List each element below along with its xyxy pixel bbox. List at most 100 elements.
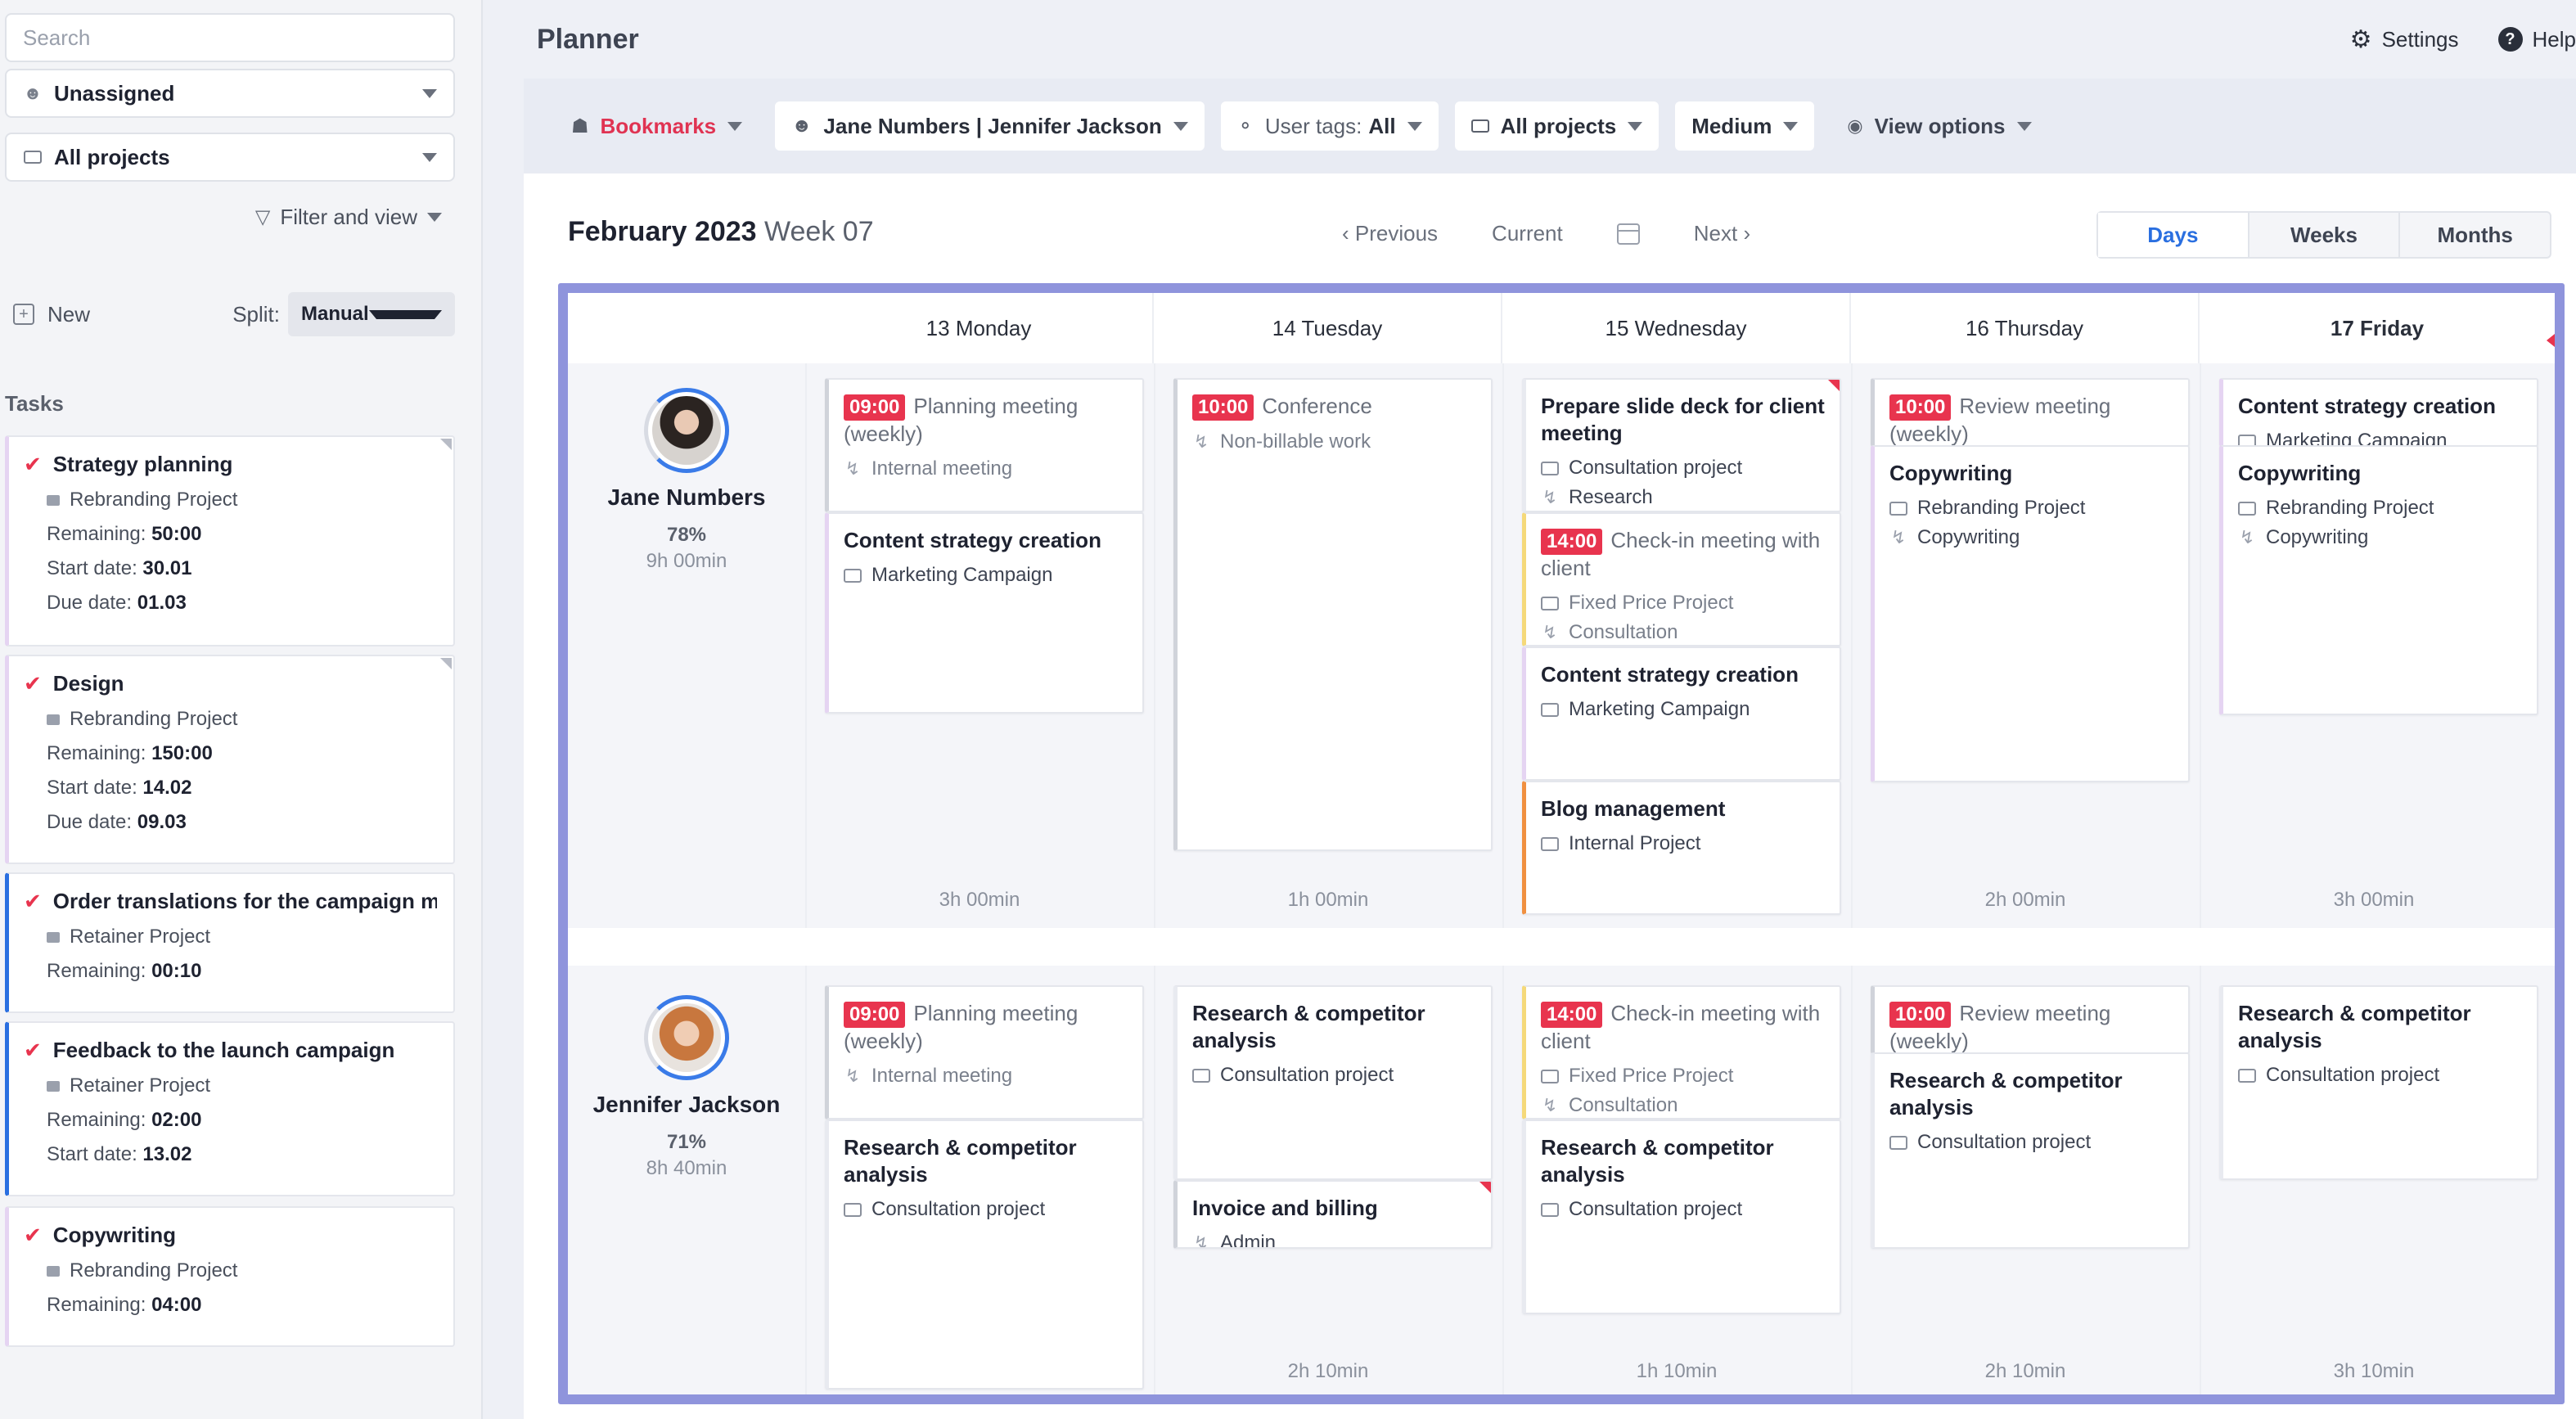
event-card[interactable]: Research & competitor analysis Consultat… — [1871, 1052, 2190, 1249]
event-card[interactable]: Copywriting Rebranding Project ↯ Copywrit… — [1871, 445, 2190, 782]
help-link[interactable]: ? Help — [2497, 27, 2576, 52]
event-card[interactable]: Prepare slide deck for client meeting Co… — [1522, 378, 1841, 512]
day-total: 1h 00min — [1287, 889, 1369, 911]
chevron-down-icon — [422, 88, 437, 98]
user-tags-dropdown[interactable]: ⚬ User tags: All — [1220, 101, 1439, 151]
user-tags-label: User tags: — [1264, 113, 1362, 138]
new-task-button[interactable]: New — [47, 302, 90, 327]
view-options-dropdown[interactable]: ◉ View options — [1831, 101, 2047, 151]
search-input[interactable]: Search — [5, 13, 455, 62]
remaining-label: Remaining: — [47, 1109, 146, 1131]
new-task-row: + New Split: Manual — [13, 291, 455, 337]
user-tags-value: All — [1368, 113, 1396, 138]
task-title: Order translations for the campaign m... — [52, 889, 437, 913]
tab-months[interactable]: Months — [2400, 213, 2550, 257]
event-title: Content strategy creation — [844, 528, 1101, 552]
next-label: Next — [1693, 221, 1738, 246]
bolt-icon: ↯ — [1542, 622, 1558, 642]
user-utilization: 71% — [666, 1131, 707, 1153]
folder-icon — [1541, 1202, 1559, 1217]
settings-link[interactable]: ⚙ Settings — [2350, 25, 2459, 54]
bolt-icon: ↯ — [1542, 1095, 1558, 1115]
project-icon — [47, 931, 60, 943]
time-badge: 10:00 — [1889, 1002, 1952, 1028]
user-cell-jennifer[interactable]: Jennifer Jackson 71% 8h 40min — [568, 995, 805, 1180]
task-title: Feedback to the launch campaign — [52, 1038, 395, 1062]
view-tabs: Days Weeks Months — [2096, 211, 2551, 259]
projects-dropdown[interactable]: All projects — [1454, 101, 1660, 151]
event-card[interactable]: 14:00 Check-in meeting with client Fixed … — [1522, 985, 1841, 1119]
chevron-down-icon — [422, 152, 437, 162]
event-card[interactable]: Research & competitor analysis Consultat… — [825, 1119, 1144, 1390]
task-card[interactable]: ✔ Copywriting Rebranding Project Remainin… — [5, 1206, 455, 1347]
check-icon: ✔ — [24, 452, 42, 476]
task-start-date: 14.02 — [142, 777, 192, 799]
event-card[interactable]: Content strategy creation Marketing Camp… — [1522, 646, 1841, 781]
event-card[interactable]: Research & competitor analysis Consultat… — [1173, 985, 1493, 1180]
event-category: Consultation — [1569, 1094, 1678, 1116]
user-name: Jennifer Jackson — [592, 1092, 781, 1117]
column-divider — [1851, 966, 1853, 1394]
overdue-marker — [1828, 380, 1840, 391]
calendar-icon[interactable] — [1616, 223, 1640, 245]
eye-icon: ◉ — [1847, 115, 1863, 136]
task-start-date: 13.02 — [142, 1143, 192, 1165]
bookmarks-dropdown[interactable]: ☗ Bookmarks — [555, 101, 759, 151]
project-icon — [47, 1080, 60, 1092]
event-card[interactable]: Research & competitor analysis Consultat… — [2219, 985, 2538, 1180]
page-header: Planner ⚙ Settings ? Help — [484, 0, 2576, 79]
briefcase-icon — [23, 147, 43, 167]
current-button[interactable]: Current — [1492, 221, 1563, 246]
task-card[interactable]: ✔ Design Rebranding Project Remaining: 15… — [5, 655, 455, 864]
event-card[interactable]: Content strategy creation Marketing Camp… — [825, 512, 1144, 714]
folder-icon — [1541, 461, 1559, 475]
task-card[interactable]: ✔ Order translations for the campaign m..… — [5, 872, 455, 1013]
next-button[interactable]: Next › — [1694, 221, 1750, 246]
time-badge: 09:00 — [844, 394, 906, 421]
task-card[interactable]: ✔ Feedback to the launch campaign Retaine… — [5, 1021, 455, 1196]
event-project: Marketing Campaign — [871, 564, 1053, 586]
view-options-label: View options — [1874, 113, 2006, 138]
event-card[interactable]: Blog management Internal Project — [1522, 781, 1841, 915]
event-card[interactable]: Content strategy creation Marketing Camp… — [2219, 378, 2538, 447]
event-card[interactable]: 09:00 Planning meeting (weekly) ↯ Internal… — [825, 378, 1144, 512]
user-hours: 9h 00min — [646, 550, 727, 572]
event-card[interactable]: Copywriting Rebranding Project ↯ Copywrit… — [2219, 445, 2538, 715]
corner-marker — [440, 658, 452, 669]
event-project: Consultation project — [1569, 457, 1743, 479]
event-project: Consultation project — [1220, 1064, 1394, 1086]
avatar — [644, 388, 729, 473]
users-dropdown[interactable]: ☻ Jane Numbers | Jennifer Jackson — [775, 101, 1205, 151]
event-project: Marketing Campaign — [1569, 698, 1750, 720]
folder-icon — [844, 568, 862, 583]
split-select[interactable]: Manual — [288, 292, 455, 336]
projects-select[interactable]: All projects — [5, 133, 455, 182]
assignee-select[interactable]: ☻ Unassigned — [5, 69, 455, 118]
event-card[interactable]: 14:00 Check-in meeting with client Fixed … — [1522, 512, 1841, 646]
event-card[interactable]: 10:00 Review meeting (weekly) — [1871, 378, 2190, 447]
projects-select-label: All projects — [54, 144, 170, 169]
plus-icon[interactable]: + — [13, 304, 34, 325]
event-project: Consultation project — [2266, 1064, 2440, 1086]
task-card[interactable]: ✔ Strategy planning Rebranding Project Re… — [5, 435, 455, 646]
tab-weeks[interactable]: Weeks — [2249, 213, 2401, 257]
task-project: Rebranding Project — [70, 1259, 238, 1282]
split-label: Split: — [232, 301, 280, 327]
previous-button[interactable]: ‹ Previous — [1342, 221, 1438, 246]
remaining-label: Remaining: — [47, 523, 146, 545]
size-dropdown[interactable]: Medium — [1675, 101, 1815, 151]
day-total: 1h 10min — [1636, 1360, 1718, 1382]
day-total: 2h 10min — [1984, 1360, 2066, 1382]
event-card[interactable]: 10:00 Review meeting (weekly) — [1871, 985, 2190, 1054]
bolt-icon: ↯ — [1542, 487, 1558, 507]
event-card[interactable]: Research & competitor analysis Consultat… — [1522, 1119, 1841, 1314]
event-title: Copywriting — [2238, 461, 2362, 485]
tab-days[interactable]: Days — [2098, 213, 2249, 257]
task-start-date: 30.01 — [142, 557, 192, 579]
event-card[interactable]: 10:00 Conference ↯ Non-billable work — [1173, 378, 1493, 851]
event-card[interactable]: Invoice and billing ↯ Admin — [1173, 1180, 1493, 1249]
task-remaining: 150:00 — [151, 742, 213, 764]
filter-and-view-button[interactable]: ▽ Filter and view — [255, 205, 442, 230]
user-cell-jane[interactable]: Jane Numbers 78% 9h 00min — [568, 388, 805, 573]
event-card[interactable]: 09:00 Planning meeting (weekly) ↯ Internal… — [825, 985, 1144, 1119]
